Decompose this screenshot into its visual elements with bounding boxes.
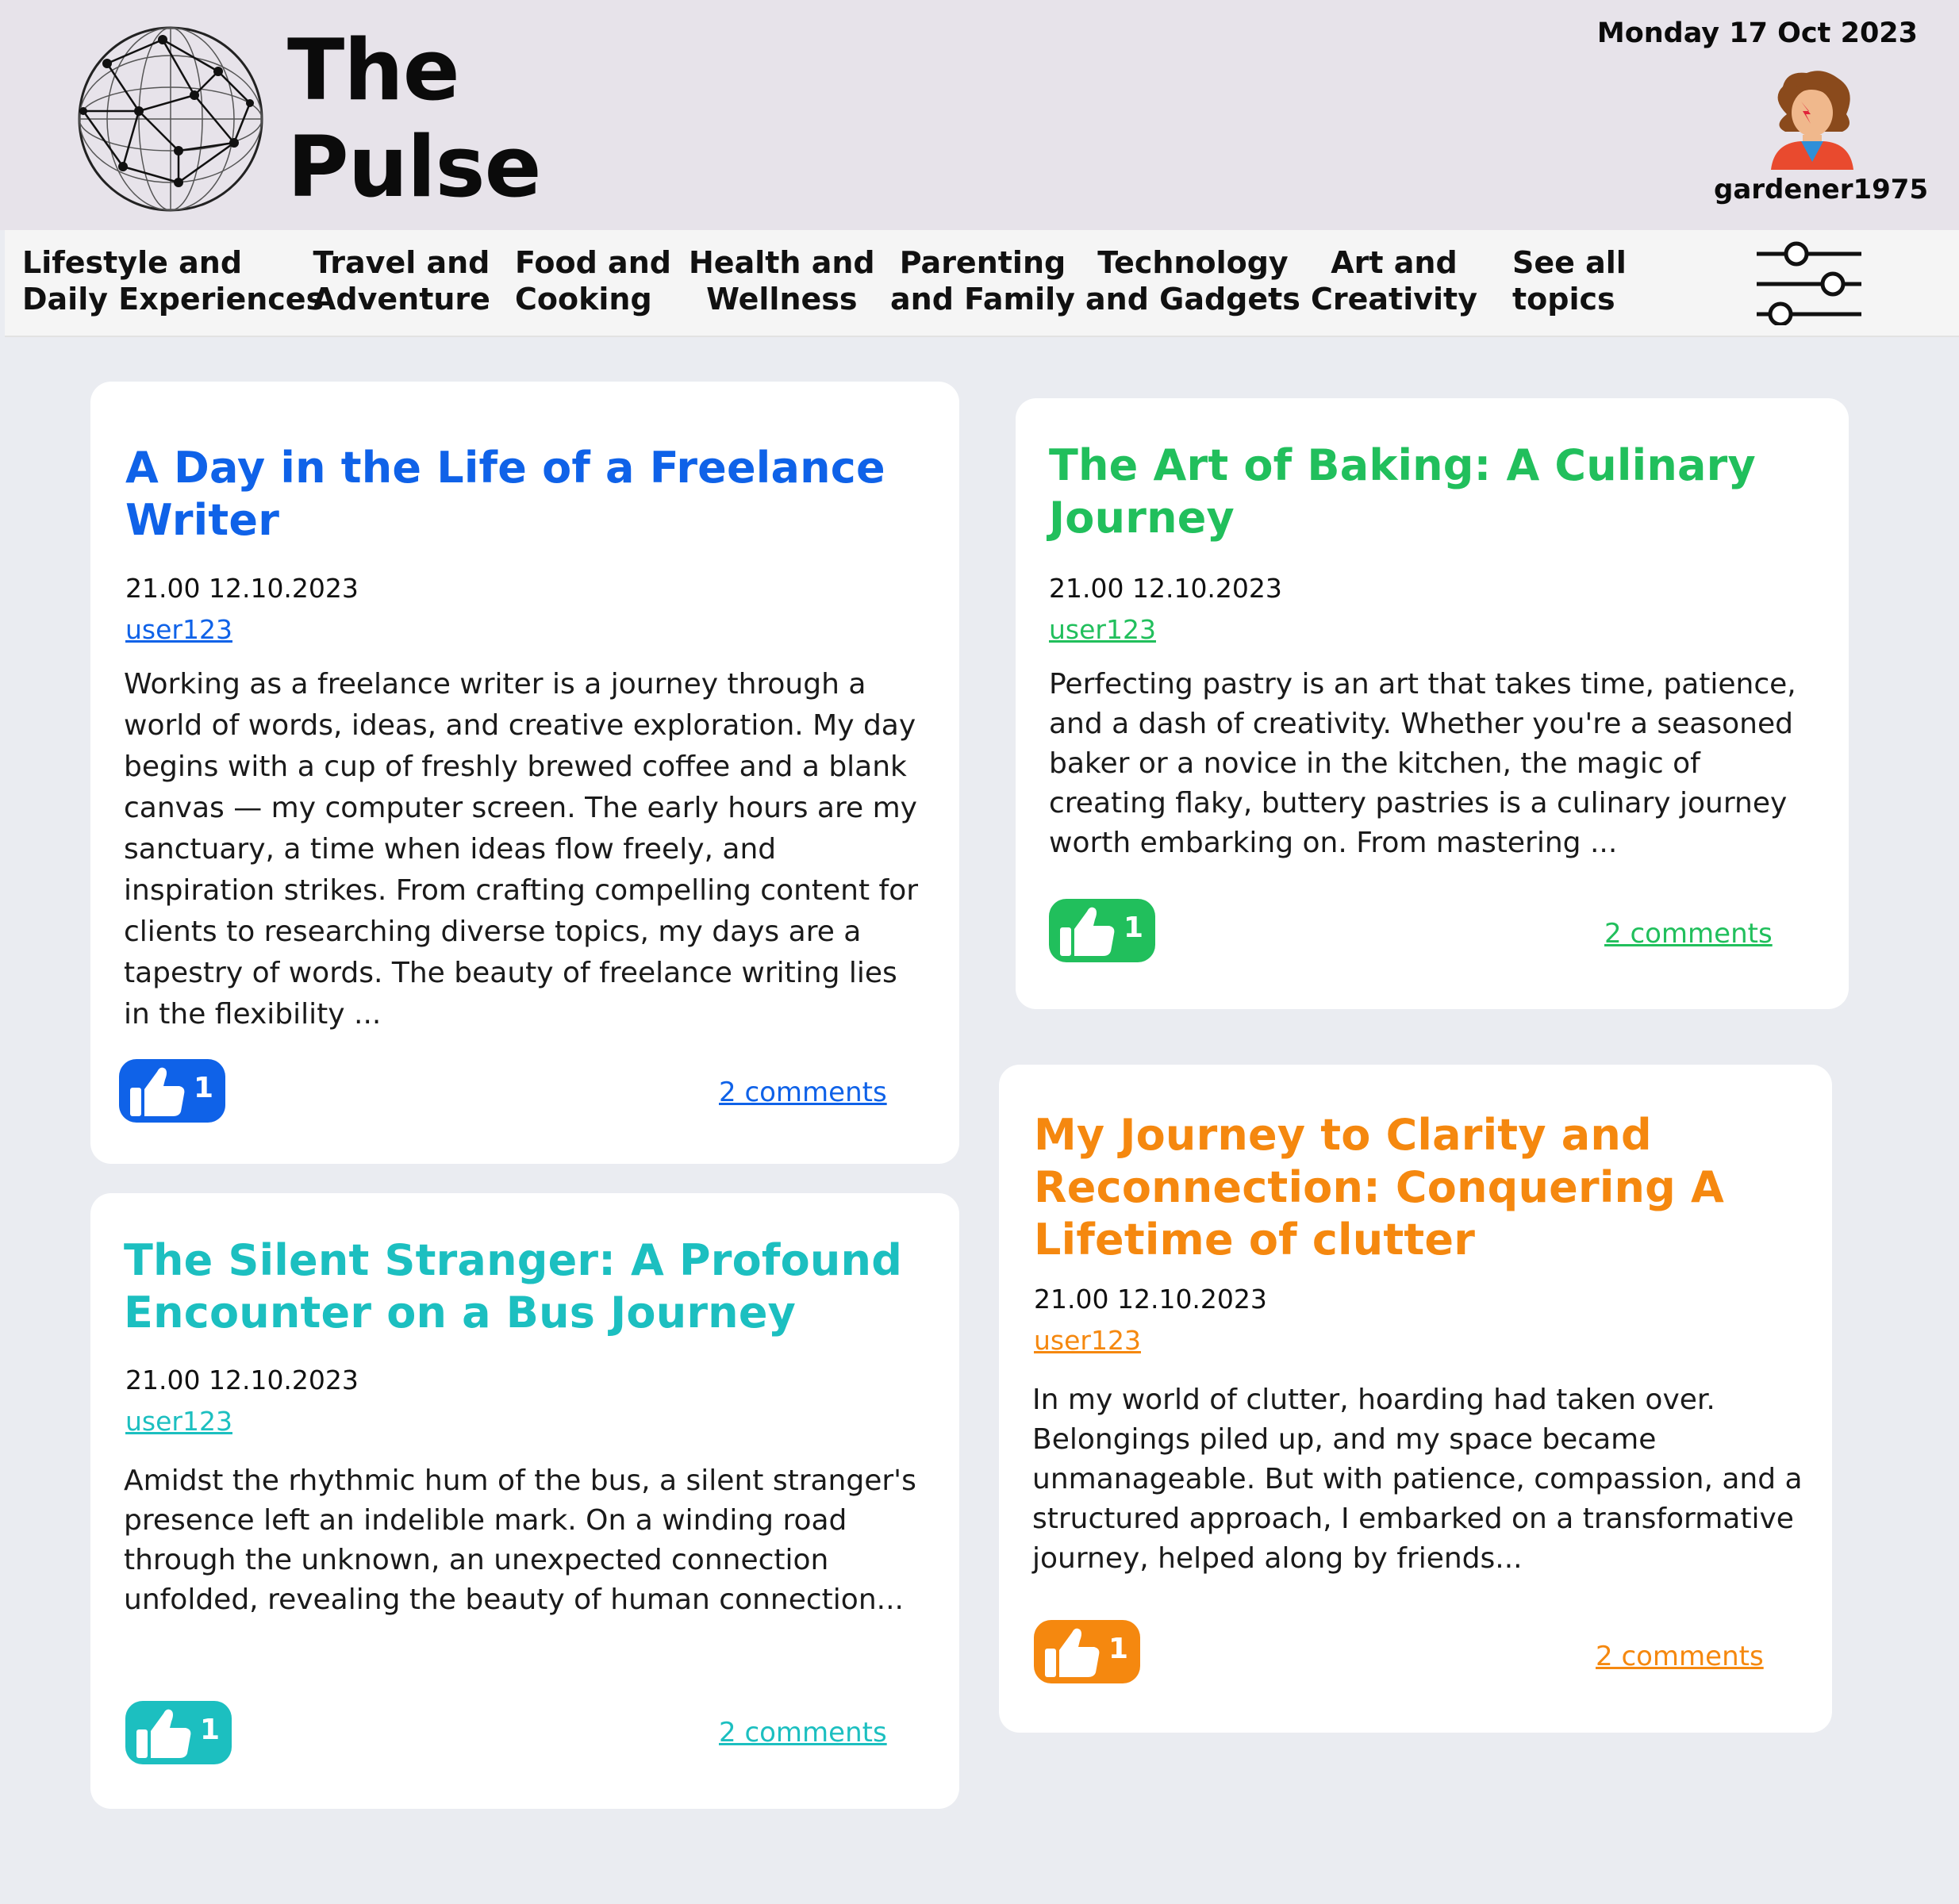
nav-item-travel[interactable]: Travel and Adventure (313, 244, 490, 317)
like-count: 1 (1108, 1633, 1129, 1665)
like-button[interactable]: 1 (1034, 1620, 1140, 1683)
like-count: 1 (200, 1714, 221, 1746)
post-excerpt: Amidst the rhythmic hum of the bus, a si… (124, 1464, 916, 1616)
comments-link[interactable]: 2 comments (719, 1077, 887, 1108)
post-date: 21.00 12.10.2023 (125, 573, 359, 604)
filter-sliders-icon[interactable] (1753, 238, 1865, 325)
post-card[interactable]: My Journey to Clarity and Reconnection: … (999, 1065, 1832, 1733)
nav-label-line1: Lifestyle and (22, 245, 243, 280)
nav-label-line1: Travel and (313, 245, 490, 280)
nav-label-line1: Food and (515, 245, 671, 280)
like-button[interactable]: 1 (119, 1059, 225, 1123)
thumbs-up-icon (130, 1067, 185, 1116)
nav-label-line2: Adventure (313, 282, 490, 317)
post-card[interactable]: The Art of Baking: A Culinary Journey 21… (1016, 398, 1849, 1009)
post-title[interactable]: A Day in the Life of a Freelance Writer (125, 442, 927, 547)
thumbs-up-icon (1045, 1628, 1100, 1677)
nav-item-health[interactable]: Health and Wellness (689, 244, 875, 317)
nav-label-line2: Wellness (706, 282, 858, 317)
post-card[interactable]: The Silent Stranger: A Profound Encounte… (90, 1193, 959, 1809)
nav-item-technology[interactable]: Technology and Gadgets (1085, 244, 1300, 317)
thumbs-up-icon (136, 1709, 191, 1758)
comments-link[interactable]: 2 comments (719, 1717, 887, 1749)
nav-item-parenting[interactable]: Parenting and Family (890, 244, 1075, 317)
post-author-link[interactable]: user123 (1034, 1325, 1141, 1356)
nav-label-line1: Technology (1097, 245, 1289, 280)
post-date: 21.00 12.10.2023 (125, 1365, 359, 1395)
nav-label-line2: and Gadgets (1085, 282, 1300, 317)
nav-label-line2: Daily Experiences (22, 282, 325, 317)
username[interactable]: gardener1975 (1714, 174, 1928, 205)
post-excerpt: Perfecting pastry is an art that takes t… (1049, 668, 1796, 859)
like-count: 1 (1124, 912, 1144, 944)
post-title[interactable]: My Journey to Clarity and Reconnection: … (1034, 1109, 1796, 1266)
nav-label-line1: Art and (1331, 245, 1458, 280)
nav-label-line2: Cooking (515, 282, 652, 317)
site-title-line2: Pulse (287, 118, 541, 216)
user-avatar[interactable] (1763, 67, 1861, 170)
like-count: 1 (194, 1072, 214, 1104)
nav-item-see-all[interactable]: See all topics (1512, 244, 1627, 317)
site-title-line1: The (287, 21, 460, 119)
thumbs-up-icon (1060, 907, 1115, 956)
comments-link[interactable]: 2 comments (1604, 918, 1773, 950)
post-title[interactable]: The Art of Baking: A Culinary Journey (1049, 440, 1826, 544)
site-title: The Pulse (287, 21, 541, 216)
like-button[interactable]: 1 (125, 1701, 232, 1764)
nav-item-lifestyle[interactable]: Lifestyle and Daily Experiences (22, 244, 324, 317)
post-author-link[interactable]: user123 (125, 1406, 232, 1437)
post-date: 21.00 12.10.2023 (1034, 1284, 1267, 1315)
nav-label-line2: Creativity (1311, 282, 1477, 317)
post-title[interactable]: The Silent Stranger: A Profound Encounte… (124, 1234, 933, 1339)
nav-label-line2: and Family (890, 282, 1075, 317)
site-header: The Pulse Monday 17 Oct 2023 gardener197… (0, 0, 1959, 230)
post-author-link[interactable]: user123 (125, 614, 232, 645)
nav-label-line1: Health and (689, 245, 875, 280)
comments-link[interactable]: 2 comments (1596, 1641, 1764, 1672)
globe-network-logo (78, 26, 263, 212)
post-excerpt: In my world of clutter, hoarding had tak… (1032, 1384, 1803, 1575)
nav-label-line2: topics (1512, 282, 1615, 317)
topic-nav: Lifestyle and Daily Experiences Travel a… (5, 230, 1959, 337)
post-author-link[interactable]: user123 (1049, 614, 1156, 645)
post-excerpt: Working as a freelance writer is a journ… (124, 668, 919, 1031)
post-date: 21.00 12.10.2023 (1049, 573, 1282, 604)
nav-item-art[interactable]: Art and Creativity (1311, 244, 1477, 317)
like-button[interactable]: 1 (1049, 899, 1155, 962)
nav-item-food[interactable]: Food and Cooking (515, 244, 671, 317)
nav-label-line1: See all (1512, 245, 1627, 280)
nav-label-line1: Parenting (899, 245, 1066, 280)
current-date: Monday 17 Oct 2023 (1596, 17, 1918, 49)
post-card[interactable]: A Day in the Life of a Freelance Writer … (90, 382, 959, 1164)
